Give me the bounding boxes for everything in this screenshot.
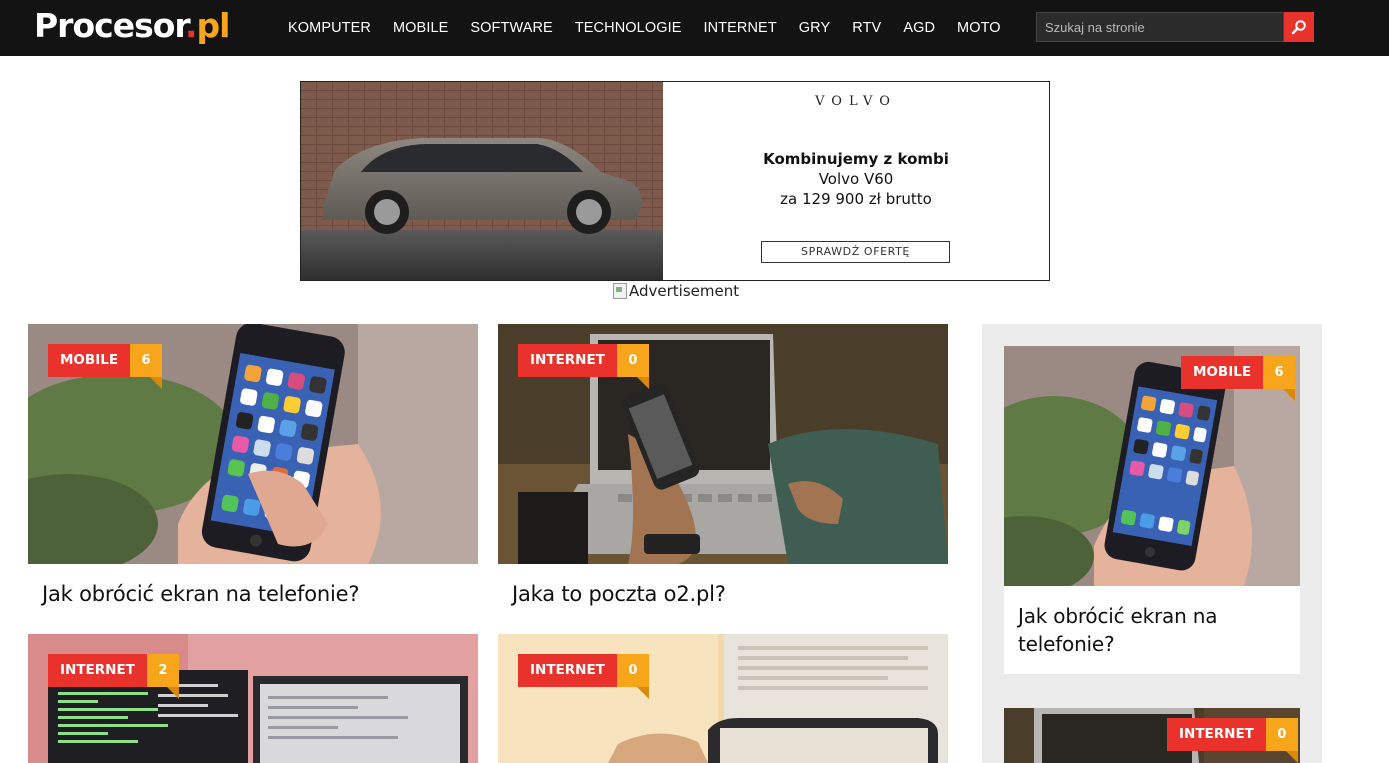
category-label: INTERNET	[1167, 718, 1266, 751]
sidebar-article-card[interactable]: INTERNET 0	[1004, 708, 1300, 763]
advertisement-banner[interactable]: VOLVO Kombinujemy z kombi Volvo V60 za 1…	[300, 81, 1050, 281]
top-navigation-bar: Procesor.pl KOMPUTER MOBILE SOFTWARE TEC…	[0, 0, 1389, 56]
category-badge[interactable]: INTERNET 0	[1167, 718, 1298, 763]
nav-item-agd[interactable]: AGD	[892, 20, 946, 36]
nav-item-technologie[interactable]: TECHNOLOGIE	[564, 20, 693, 36]
ad-broken-image: Advertisement	[613, 282, 739, 300]
comment-count: 0	[1265, 718, 1298, 763]
article-card[interactable]: INTERNET 2	[28, 634, 478, 763]
ad-copy: VOLVO Kombinujemy z kombi Volvo V60 za 1…	[663, 82, 1049, 280]
category-badge[interactable]: INTERNET 2	[48, 654, 179, 699]
nav-item-komputer[interactable]: KOMPUTER	[277, 20, 382, 36]
search-input[interactable]	[1036, 12, 1284, 42]
main-menu: KOMPUTER MOBILE SOFTWARE TECHNOLOGIE INT…	[277, 0, 1012, 56]
nav-item-mobile[interactable]: MOBILE	[382, 20, 459, 36]
sidebar-widget: MOBILE 6 Jak obrócić ekran na telefonie?…	[982, 324, 1322, 763]
category-badge[interactable]: MOBILE 6	[1181, 356, 1296, 401]
site-logo[interactable]: Procesor.pl	[34, 6, 231, 46]
category-label: INTERNET	[518, 344, 617, 377]
ad-headline: Kombinujemy z kombi	[763, 150, 949, 168]
article-card[interactable]: MOBILE 6 Jak obrócić ekran na telefonie?	[28, 324, 478, 614]
ad-price: za 129 900 zł brutto	[780, 190, 932, 208]
category-label: INTERNET	[48, 654, 147, 687]
article-title[interactable]: Jaka to poczta o2.pl?	[512, 580, 942, 608]
nav-item-internet[interactable]: INTERNET	[692, 20, 787, 36]
category-badge[interactable]: INTERNET 0	[518, 344, 649, 389]
article-title-line: telefonie?	[1018, 632, 1115, 656]
comment-count: 2	[146, 654, 179, 699]
ad-brand-logo: VOLVO	[815, 94, 897, 109]
logo-text: Procesor	[34, 6, 186, 45]
search-button[interactable]	[1284, 12, 1314, 42]
ad-alt-text: Advertisement	[629, 282, 740, 300]
category-label: INTERNET	[518, 654, 617, 687]
article-card[interactable]: INTERNET 0	[498, 634, 948, 763]
category-label: MOBILE	[48, 344, 131, 377]
article-title[interactable]: Jak obrócić ekran na telefonie?	[42, 580, 472, 608]
search-icon	[1291, 20, 1306, 35]
logo-dot: .	[184, 6, 198, 45]
comment-count: 0	[616, 654, 649, 699]
comment-count: 0	[616, 344, 649, 389]
category-label: MOBILE	[1181, 356, 1264, 389]
sidebar-article-card[interactable]: MOBILE 6 Jak obrócić ekran na telefonie?	[1004, 346, 1300, 674]
broken-image-icon	[613, 283, 627, 299]
article-card[interactable]: INTERNET 0 Jaka to poczta o2.pl?	[498, 324, 948, 614]
comment-count: 6	[130, 344, 163, 389]
logo-tld: pl	[196, 6, 231, 45]
category-badge[interactable]: MOBILE 6	[48, 344, 163, 389]
article-title-line: Jak obrócić ekran na	[1018, 604, 1218, 628]
category-badge[interactable]: INTERNET 0	[518, 654, 649, 699]
nav-item-moto[interactable]: MOTO	[946, 20, 1012, 36]
ad-cta-button[interactable]: SPRAWDŹ OFERTĘ	[761, 241, 950, 263]
nav-item-software[interactable]: SOFTWARE	[459, 20, 563, 36]
ad-model: Volvo V60	[818, 170, 894, 188]
comment-count: 6	[1263, 356, 1296, 401]
article-title[interactable]: Jak obrócić ekran na telefonie?	[1018, 602, 1288, 658]
nav-item-rtv[interactable]: RTV	[841, 20, 892, 36]
nav-item-gry[interactable]: GRY	[788, 20, 841, 36]
ad-car-image	[301, 82, 663, 280]
